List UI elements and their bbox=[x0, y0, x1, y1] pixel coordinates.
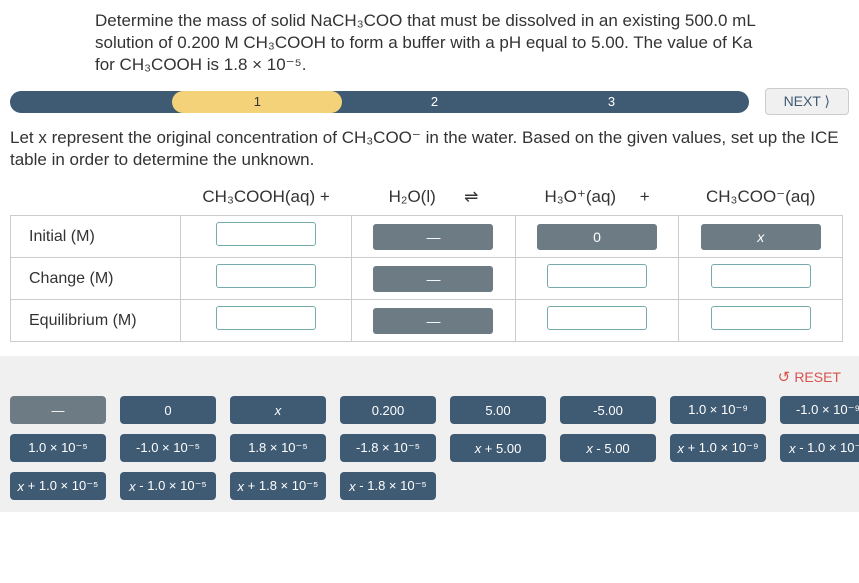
row-change-label: Change (M) bbox=[11, 258, 181, 300]
equilibrium-arrow: ⇌ bbox=[464, 187, 478, 206]
slot-initial-h2o: — bbox=[373, 224, 493, 250]
tile-xminus1e-9[interactable]: x - 1.0 × 10⁻⁹ bbox=[780, 434, 859, 462]
tile-0[interactable]: 0 bbox=[120, 396, 216, 424]
reset-button[interactable]: RESET bbox=[778, 368, 841, 386]
species-h3o: H₃O⁺(aq) + bbox=[515, 181, 679, 216]
answer-tile-bank: RESET — 0 x 0.200 5.00 -5.00 1.0 × 10⁻⁹ … bbox=[0, 356, 859, 512]
tile-xplus1e-9[interactable]: x + 1.0 × 10⁻⁹ bbox=[670, 434, 766, 462]
tile-1e-5[interactable]: 1.0 × 10⁻⁵ bbox=[10, 434, 106, 462]
step-instruction: Let x represent the original concentrati… bbox=[0, 123, 859, 181]
tile-xminus5[interactable]: x - 5.00 bbox=[560, 434, 656, 462]
h3o-label: H₃O⁺(aq) bbox=[544, 187, 616, 206]
tile-xplus1p8e-5[interactable]: x + 1.8 × 10⁻⁵ bbox=[230, 472, 326, 500]
slot-eq-ch3cooh[interactable] bbox=[216, 306, 316, 330]
row-initial-label: Initial (M) bbox=[11, 216, 181, 258]
slot-change-h3o[interactable] bbox=[547, 264, 647, 288]
ice-table: CH₃COOH(aq) + H₂O(l) ⇌ H₃O⁺(aq) + CH₃COO… bbox=[10, 181, 843, 342]
slot-initial-acetate[interactable]: x bbox=[701, 224, 821, 250]
species-ch3cooh: CH₃COOH(aq) + bbox=[181, 181, 352, 216]
step-2-marker[interactable]: 2 bbox=[431, 94, 438, 109]
next-button[interactable]: NEXT ⟩ bbox=[765, 88, 849, 115]
tile-xplus5[interactable]: x + 5.00 bbox=[450, 434, 546, 462]
tile-xminus1p8e-5[interactable]: x - 1.8 × 10⁻⁵ bbox=[340, 472, 436, 500]
slot-initial-ch3cooh[interactable] bbox=[216, 222, 316, 246]
problem-statement: Determine the mass of solid NaCH₃COO tha… bbox=[0, 0, 859, 84]
plus-sign: + bbox=[640, 187, 650, 206]
tile-neg5[interactable]: -5.00 bbox=[560, 396, 656, 424]
tile-neg1e-5[interactable]: -1.0 × 10⁻⁵ bbox=[120, 434, 216, 462]
tile-xminus1e-5[interactable]: x - 1.0 × 10⁻⁵ bbox=[120, 472, 216, 500]
tile-x[interactable]: x bbox=[230, 396, 326, 424]
slot-eq-acetate[interactable] bbox=[711, 306, 811, 330]
tile-1p8e-5[interactable]: 1.8 × 10⁻⁵ bbox=[230, 434, 326, 462]
slot-eq-h3o[interactable] bbox=[547, 306, 647, 330]
tile-xplus1e-5[interactable]: x + 1.0 × 10⁻⁵ bbox=[10, 472, 106, 500]
slot-change-ch3cooh[interactable] bbox=[216, 264, 316, 288]
tile-neg1e-9[interactable]: -1.0 × 10⁻⁹ bbox=[780, 396, 859, 424]
step-progress: 1 2 3 NEXT ⟩ bbox=[10, 88, 849, 115]
step-1-marker[interactable]: 1 bbox=[254, 94, 261, 109]
species-acetate: CH₃COO⁻(aq) bbox=[679, 181, 843, 216]
slot-change-h2o: — bbox=[373, 266, 493, 292]
slot-eq-h2o: — bbox=[373, 308, 493, 334]
progress-track: 1 2 3 bbox=[10, 91, 749, 113]
slot-change-acetate[interactable] bbox=[711, 264, 811, 288]
tile-dash[interactable]: — bbox=[10, 396, 106, 424]
step-3-marker[interactable]: 3 bbox=[608, 94, 615, 109]
tile-5[interactable]: 5.00 bbox=[450, 396, 546, 424]
tile-0p200[interactable]: 0.200 bbox=[340, 396, 436, 424]
slot-initial-h3o[interactable]: 0 bbox=[537, 224, 657, 250]
species-h2o: H₂O(l) ⇌ bbox=[352, 181, 516, 216]
row-equilibrium-label: Equilibrium (M) bbox=[11, 300, 181, 342]
tile-neg1p8e-5[interactable]: -1.8 × 10⁻⁵ bbox=[340, 434, 436, 462]
tile-1e-9[interactable]: 1.0 × 10⁻⁹ bbox=[670, 396, 766, 424]
h2o-label: H₂O(l) bbox=[389, 187, 436, 206]
